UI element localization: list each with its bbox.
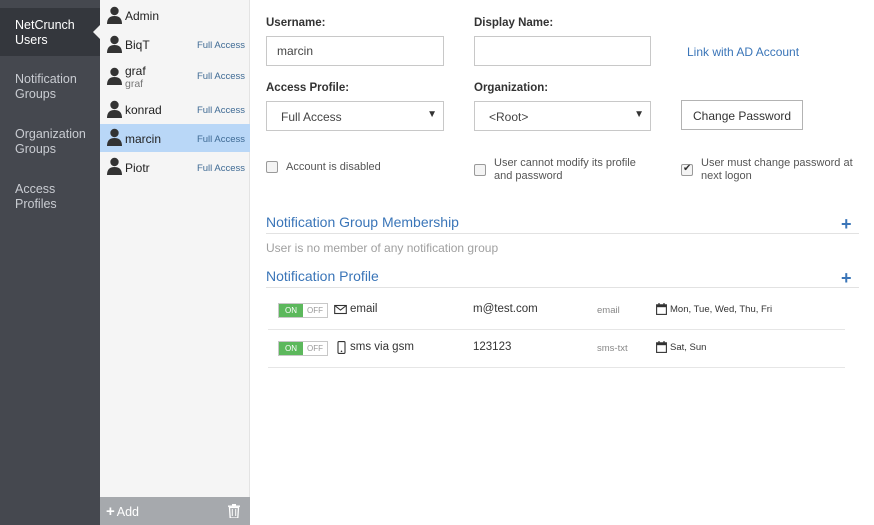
plus-icon: + [106, 503, 115, 520]
cannot-modify-line: User cannot modify its profile [494, 157, 636, 169]
user-name: BiqT [125, 38, 150, 52]
toggle-off: OFF [303, 304, 327, 317]
user-icon [107, 6, 122, 24]
must-change-line: next logon [701, 170, 752, 182]
profile-title: Notification Profile [266, 268, 379, 284]
toggle-on: ON [279, 342, 303, 355]
link-ad-account[interactable]: Link with AD Account [687, 45, 799, 59]
must-change-password-checkbox[interactable] [681, 163, 693, 176]
mobile-icon [337, 341, 346, 354]
user-name: marcin [125, 132, 162, 146]
nav-item-label: Organization [15, 127, 86, 141]
user-icon [107, 157, 122, 175]
user-role: Full Access [196, 40, 245, 51]
user-row-piotr[interactable]: Piotr Full Access [100, 153, 250, 181]
nav-item-label: Profiles [15, 197, 57, 211]
membership-empty-note: User is no member of any notification gr… [266, 241, 499, 255]
user-row-marcin[interactable]: marcin Full Access [100, 124, 250, 152]
nav-item-netcrunch-users[interactable]: NetCrunch Users [0, 8, 100, 56]
must-change-line: User must change password at [701, 157, 853, 169]
change-password-button[interactable]: Change Password [681, 100, 804, 130]
nav-item-notification-groups[interactable]: Notification Groups [0, 72, 100, 102]
section-divider [266, 233, 859, 234]
profile-row: ON OFF email m@test.com email Mon, Tue, … [268, 292, 845, 330]
caret-down-icon: ▼ [427, 109, 437, 120]
toggle-on: ON [279, 304, 303, 317]
user-row-admin[interactable]: Admin [100, 2, 250, 30]
user-name: Admin [125, 9, 160, 23]
section-divider [266, 287, 859, 288]
user-list: Admin BiqT Full Access graf graf Full Ac… [100, 0, 250, 525]
nav-item-label: Notification [15, 72, 77, 86]
display-name-label: Display Name: [474, 17, 554, 29]
nav-item-organization-groups[interactable]: Organization Groups [0, 127, 100, 157]
on-off-toggle[interactable]: ON OFF [278, 341, 328, 356]
profile-days: Sat, Sun [670, 342, 707, 353]
user-row-konrad[interactable]: konrad Full Access [100, 96, 250, 124]
profile-row: ON OFF sms via gsm 123123 sms-txt Sat, S… [268, 330, 845, 368]
username-label: Username: [266, 17, 326, 29]
user-role: Full Access [196, 134, 245, 145]
organization-value: <Root> [489, 110, 529, 124]
profile-days: Mon, Tue, Wed, Thu, Fri [670, 304, 773, 315]
organization-select[interactable]: <Root> ▼ [474, 101, 651, 131]
must-change-password-label: User must change password at next logon [701, 157, 853, 183]
user-icon [107, 67, 122, 85]
user-name: konrad [125, 103, 162, 117]
profile-address: 123123 [473, 341, 512, 353]
add-label: Add [116, 505, 140, 519]
membership-title: Notification Group Membership [266, 214, 459, 230]
trash-icon[interactable] [228, 504, 240, 518]
profile-name: email [350, 303, 378, 315]
organization-label: Organization: [474, 82, 549, 94]
access-profile-value: Full Access [281, 110, 342, 124]
user-role: Full Access [196, 105, 245, 116]
user-list-footer: + Add [100, 497, 250, 525]
user-icon [107, 35, 122, 53]
user-name: graf [125, 64, 146, 78]
access-profile-label: Access Profile: [266, 82, 350, 94]
access-profile-select[interactable]: Full Access ▼ [266, 101, 444, 131]
nav-item-access-profiles[interactable]: Access Profiles [0, 182, 100, 212]
user-role: Full Access [196, 71, 245, 82]
username-input[interactable] [266, 36, 444, 66]
toggle-off: OFF [303, 342, 327, 355]
cannot-modify-line: and password [494, 170, 563, 182]
profile-address: m@test.com [473, 303, 538, 315]
user-role: Full Access [196, 163, 245, 174]
user-row-biqt[interactable]: BiqT Full Access [100, 31, 250, 59]
caret-down-icon: ▼ [634, 109, 644, 120]
account-disabled-label: Account is disabled [286, 161, 381, 173]
user-row-graf[interactable]: graf graf Full Access [100, 61, 250, 93]
profile-type: email [597, 305, 620, 316]
profile-name: sms via gsm [350, 341, 414, 353]
user-icon [107, 100, 122, 118]
account-disabled-checkbox[interactable] [266, 161, 278, 173]
envelope-icon [334, 304, 347, 315]
profile-type: sms-txt [597, 343, 628, 354]
calendar-icon [656, 341, 667, 353]
nav-item-label: Groups [15, 87, 56, 101]
user-details: Username: Display Name: Link with AD Acc… [251, 0, 874, 525]
add-user-button[interactable]: + Add [106, 503, 139, 520]
nav-item-label: NetCrunch [15, 18, 75, 32]
user-name: Piotr [125, 161, 150, 175]
user-icon [107, 128, 122, 146]
nav-item-label: Users [15, 33, 48, 47]
nav-item-label: Groups [15, 142, 56, 156]
add-profile-plus-icon[interactable]: + [841, 269, 852, 287]
add-membership-plus-icon[interactable]: + [841, 215, 852, 233]
on-off-toggle[interactable]: ON OFF [278, 303, 328, 318]
cannot-modify-label: User cannot modify its profile and passw… [494, 157, 636, 183]
cannot-modify-checkbox[interactable] [474, 164, 486, 176]
left-nav: NetCrunch Users Notification Groups Orga… [0, 0, 100, 525]
calendar-icon [656, 303, 667, 315]
user-login: graf [125, 78, 144, 90]
nav-item-label: Access [15, 182, 56, 196]
display-name-input[interactable] [474, 36, 651, 66]
